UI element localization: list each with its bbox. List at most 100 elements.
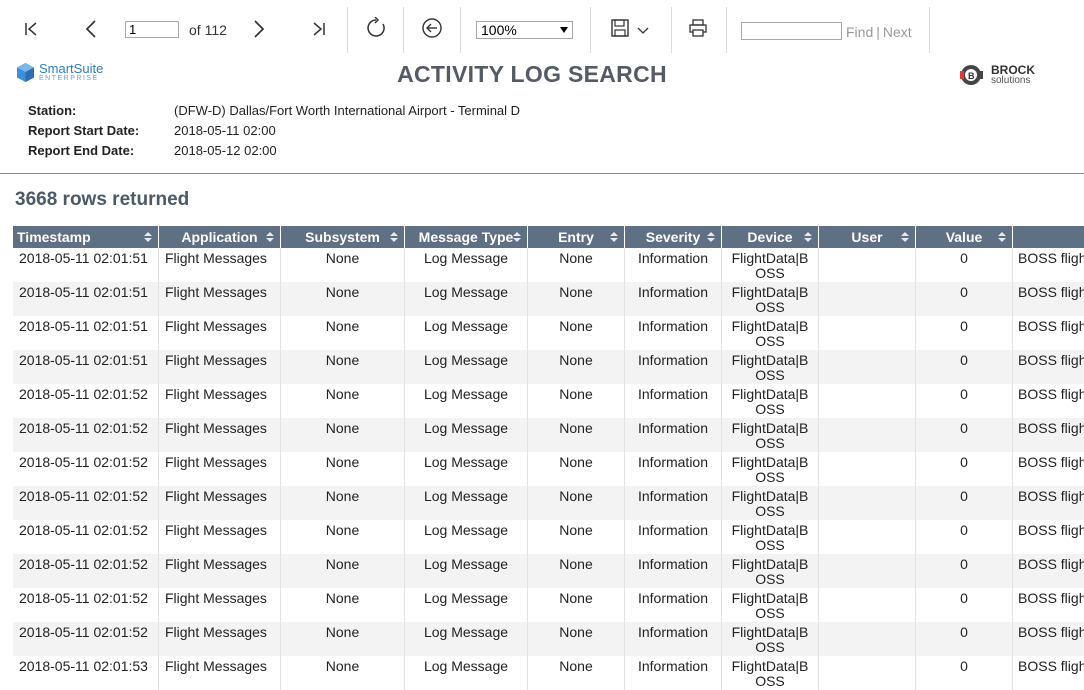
cell-application: Flight Messages — [159, 316, 281, 350]
cell-message-type: Log Message — [405, 418, 528, 452]
report-toolbar: of 112 100% Find|Next — [0, 0, 1084, 55]
column-header-timestamp[interactable]: Timestamp — [13, 226, 159, 248]
next-link[interactable]: Next — [883, 24, 912, 40]
table-row[interactable]: 2018-05-11 02:01:53 Flight Messages None Lo… — [13, 656, 1084, 690]
table-row[interactable]: 2018-05-11 02:01:52 Flight Messages None Lo… — [13, 384, 1084, 418]
cell-value: 0 — [916, 316, 1013, 350]
table-row[interactable]: 2018-05-11 02:01:52 Flight Messages None Lo… — [13, 622, 1084, 656]
column-header-device[interactable]: Device — [722, 226, 819, 248]
sort-icon[interactable] — [610, 232, 618, 243]
cell-device: FlightData|BOSS — [722, 554, 819, 588]
prev-page-button[interactable] — [78, 16, 104, 42]
info-value: 2018-05-12 02:00 — [174, 143, 277, 158]
sort-icon[interactable] — [707, 232, 715, 243]
cell-severity: Information — [625, 452, 722, 486]
cell-message-type: Log Message — [405, 384, 528, 418]
cell-message: BOSS flight — [1018, 352, 1084, 368]
cell-subsystem: None — [281, 452, 405, 486]
table-row[interactable]: 2018-05-11 02:01:52 Flight Messages None Lo… — [13, 418, 1084, 452]
cell-value: 0 — [916, 418, 1013, 452]
cell-timestamp: 2018-05-11 02:01:52 — [13, 452, 159, 486]
refresh-button[interactable] — [362, 14, 390, 42]
cell-severity: Information — [625, 520, 722, 554]
table-row[interactable]: 2018-05-11 02:01:51 Flight Messages None Lo… — [13, 248, 1084, 282]
column-header-message-type[interactable]: Message Type — [405, 226, 528, 248]
cell-value: 0 — [916, 520, 1013, 554]
cell-message-type: Log Message — [405, 248, 528, 282]
info-label: Station: — [28, 103, 77, 118]
cell-value: 0 — [916, 486, 1013, 520]
column-header-value[interactable]: Value — [916, 226, 1013, 248]
cell-value: 0 — [916, 588, 1013, 622]
toolbar-divider — [590, 7, 591, 53]
cell-value: 0 — [916, 248, 1013, 282]
first-page-button[interactable] — [18, 16, 44, 42]
table-row[interactable]: 2018-05-11 02:01:52 Flight Messages None Lo… — [13, 486, 1084, 520]
column-header-label: Device — [747, 229, 793, 245]
sort-icon[interactable] — [804, 232, 812, 243]
cell-value: 0 — [916, 656, 1013, 690]
activity-log-table: Timestamp Application Subsystem Message Typ… — [13, 226, 1084, 690]
table-row[interactable]: 2018-05-11 02:01:52 Flight Messages None Lo… — [13, 452, 1084, 486]
table-row[interactable]: 2018-05-11 02:01:52 Flight Messages None Lo… — [13, 520, 1084, 554]
zoom-select[interactable]: 100% — [476, 21, 573, 39]
cell-severity: Information — [625, 486, 722, 520]
cell-user — [819, 452, 916, 486]
sort-icon[interactable] — [390, 232, 398, 243]
sort-icon[interactable] — [901, 232, 909, 243]
cell-severity: Information — [625, 656, 722, 690]
last-page-button[interactable] — [306, 16, 332, 42]
cell-message-type: Log Message — [405, 452, 528, 486]
column-header-subsystem[interactable]: Subsystem — [281, 226, 405, 248]
sort-icon[interactable] — [266, 232, 274, 243]
cell-value: 0 — [916, 350, 1013, 384]
cell-value: 0 — [916, 384, 1013, 418]
cell-entry: None — [528, 282, 625, 316]
cell-timestamp: 2018-05-11 02:01:52 — [13, 520, 159, 554]
column-header-user[interactable]: User — [819, 226, 916, 248]
cell-application: Flight Messages — [159, 622, 281, 656]
table-row[interactable]: 2018-05-11 02:01:52 Flight Messages None Lo… — [13, 554, 1084, 588]
print-button[interactable] — [684, 14, 712, 42]
sort-icon[interactable] — [998, 232, 1006, 243]
table-row[interactable]: 2018-05-11 02:01:51 Flight Messages None Lo… — [13, 350, 1084, 384]
sort-icon[interactable] — [144, 232, 152, 243]
cell-subsystem: None — [281, 418, 405, 452]
table-row[interactable]: 2018-05-11 02:01:51 Flight Messages None Lo… — [13, 316, 1084, 350]
column-header-label: Timestamp — [17, 229, 91, 245]
cell-user — [819, 316, 916, 350]
column-header-severity[interactable]: Severity — [625, 226, 722, 248]
next-page-button[interactable] — [246, 16, 272, 42]
cell-application: Flight Messages — [159, 554, 281, 588]
cell-timestamp: 2018-05-11 02:01:51 — [13, 248, 159, 282]
column-header-application[interactable]: Application — [159, 226, 281, 248]
cell-application: Flight Messages — [159, 588, 281, 622]
page-number-input[interactable] — [125, 21, 179, 38]
cell-application: Flight Messages — [159, 384, 281, 418]
rows-returned-label: 3668 rows returned — [15, 189, 190, 210]
save-export-button[interactable] — [606, 14, 654, 42]
cell-device: FlightData|BOSS — [722, 316, 819, 350]
back-button[interactable] — [418, 14, 446, 42]
cell-subsystem: None — [281, 248, 405, 282]
cell-user — [819, 486, 916, 520]
cell-device: FlightData|BOSS — [722, 622, 819, 656]
next-page-icon — [254, 20, 265, 38]
table-row[interactable]: 2018-05-11 02:01:51 Flight Messages None Lo… — [13, 282, 1084, 316]
table-row[interactable]: 2018-05-11 02:01:52 Flight Messages None Lo… — [13, 588, 1084, 622]
cell-application: Flight Messages — [159, 350, 281, 384]
cell-severity: Information — [625, 282, 722, 316]
column-header-entry[interactable]: Entry — [528, 226, 625, 248]
find-link[interactable]: Find — [846, 24, 873, 40]
find-input[interactable] — [741, 22, 842, 40]
cell-message-type: Log Message — [405, 656, 528, 690]
column-header-label: Entry — [558, 229, 594, 245]
column-header-message[interactable] — [1013, 226, 1084, 248]
toolbar-divider — [671, 7, 672, 53]
cell-timestamp: 2018-05-11 02:01:52 — [13, 486, 159, 520]
cell-subsystem: None — [281, 282, 405, 316]
info-value: (DFW-D) Dallas/Fort Worth International … — [174, 103, 521, 118]
sort-icon[interactable] — [513, 232, 521, 243]
cell-severity: Information — [625, 316, 722, 350]
last-page-icon — [313, 22, 325, 36]
